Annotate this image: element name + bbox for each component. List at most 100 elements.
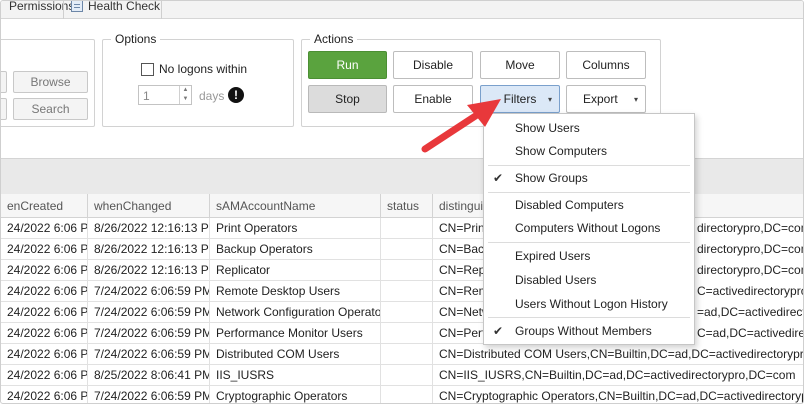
no-logons-checkbox[interactable] (141, 63, 154, 76)
app-window: Permissions Health Check Browse Search O… (0, 0, 804, 404)
table-row[interactable]: 24/2022 6:06 PM7/24/2022 6:06:59 PMCrypt… (1, 386, 803, 403)
cell-sam-account-name: Replicator (210, 260, 381, 281)
cell-status (381, 218, 433, 239)
menu-separator (488, 317, 690, 318)
cell-distinguished-name: CN=Distributed COM Users,CN=Builtin,DC=a… (439, 347, 804, 361)
menu-separator (488, 165, 690, 166)
menu-item-expired-users[interactable]: Expired Users (484, 245, 694, 267)
menu-item-computers-without-logons[interactable]: Computers Without Logons (484, 217, 694, 239)
menu-item-show-groups[interactable]: ✔ Show Groups (484, 167, 694, 189)
partial-input-left-2[interactable] (1, 98, 7, 120)
partial-input-left[interactable] (1, 71, 7, 93)
cell-when-created: 24/2022 6:06 PM (1, 323, 88, 344)
cell-sam-account-name: Network Configuration Operators (210, 302, 381, 323)
export-button-label: Export (583, 92, 618, 106)
search-button[interactable]: Search (13, 98, 88, 120)
cell-when-changed: 7/24/2022 6:06:59 PM (88, 386, 210, 403)
menu-item-disabled-users[interactable]: Disabled Users (484, 269, 694, 291)
cell-sam-account-name: Distributed COM Users (210, 344, 381, 365)
columns-button[interactable]: Columns (566, 51, 646, 79)
cell-when-created: 24/2022 6:06 PM (1, 239, 88, 260)
cell-status (381, 281, 433, 302)
options-group: Options (102, 32, 294, 127)
cell-distinguished-name: CN=IIS_IUSRS,CN=Builtin,DC=ad,DC=actived… (439, 368, 796, 382)
cell-status (381, 302, 433, 323)
cell-sam-account-name: Backup Operators (210, 239, 381, 260)
chevron-down-icon: ▾ (633, 94, 638, 104)
cell-status (381, 323, 433, 344)
actions-title: Actions (310, 32, 358, 46)
col-header-samaccountname[interactable]: sAMAccountName (210, 194, 381, 218)
menu-item-show-computers[interactable]: Show Computers (484, 140, 694, 162)
menu-item-users-without-logon-history[interactable]: Users Without Logon History (484, 293, 694, 315)
days-label: days (199, 89, 225, 103)
menu-item-label: Expired Users (515, 249, 591, 263)
menu-separator (488, 242, 690, 243)
col-header-status[interactable]: status (381, 194, 433, 218)
tab-health-check[interactable]: Health Check (71, 0, 161, 17)
cell-distinguished-name: CN=Cryptographic Operators,CN=Builtin,DC… (439, 389, 803, 403)
cell-when-created: 24/2022 6:06 PM (1, 260, 88, 281)
checkmark-icon: ✔ (493, 324, 504, 338)
cell-status (381, 260, 433, 281)
cell-distinguished-name-tail: directorypro,DC=com (691, 239, 803, 260)
cell-distinguished-name-tail: C=activedirectorypro,DC=co (691, 281, 803, 302)
cell-when-changed: 7/24/2022 6:06:59 PM (88, 344, 210, 365)
menu-separator (488, 192, 690, 193)
no-logons-label: No logons within (159, 62, 248, 76)
table-row[interactable]: 24/2022 6:06 PM7/24/2022 6:06:59 PMDistr… (1, 344, 804, 365)
cell-distinguished-name-tail: directorypro,DC=com (691, 218, 803, 239)
filters-button-label: Filters (503, 92, 537, 106)
cell-distinguished-name-tail: C=ad,DC=activedirectorypro,D (691, 323, 803, 344)
menu-item-label: Show Users (515, 121, 580, 135)
days-value: 1 (143, 89, 150, 103)
cell-status (381, 365, 433, 386)
days-stepper[interactable]: 1 ▲ ▼ (138, 85, 192, 105)
menu-item-groups-without-members[interactable]: ✔ Groups Without Members (484, 320, 694, 342)
menu-item-label: Groups Without Members (515, 324, 652, 338)
filters-button[interactable]: Filters ▾ (480, 85, 560, 113)
cell-sam-account-name: IIS_IUSRS (210, 365, 381, 386)
warning-icon: ! (228, 87, 244, 103)
health-check-icon (71, 1, 83, 12)
col-header-whenchanged[interactable]: whenChanged (88, 194, 210, 218)
cell-when-created: 24/2022 6:06 PM (1, 218, 88, 239)
cell-sam-account-name: Cryptographic Operators (210, 386, 381, 403)
menu-item-label: Computers Without Logons (515, 221, 661, 235)
chevron-down-icon: ▾ (547, 94, 552, 104)
menu-item-label: Users Without Logon History (515, 297, 668, 311)
menu-item-disabled-computers[interactable]: Disabled Computers (484, 194, 694, 216)
menu-item-show-users[interactable]: Show Users (484, 117, 694, 139)
cell-when-changed: 8/26/2022 12:16:13 PM (88, 218, 210, 239)
cell-distinguished-name-tail: directorypro,DC=com (691, 260, 803, 281)
menu-item-label: Disabled Computers (515, 198, 624, 212)
cell-when-changed: 8/26/2022 12:16:13 PM (88, 239, 210, 260)
cell-status (381, 239, 433, 260)
options-title: Options (111, 32, 161, 46)
disable-button[interactable]: Disable (393, 51, 473, 79)
cell-when-created: 24/2022 6:06 PM (1, 365, 88, 386)
cell-when-created: 24/2022 6:06 PM (1, 386, 88, 403)
cell-status (381, 386, 433, 403)
tab-strip: Permissions Health Check (1, 0, 803, 19)
tab-separator (161, 1, 162, 19)
tab-permissions[interactable]: Permissions (9, 0, 75, 17)
menu-item-label: Show Groups (515, 171, 588, 185)
export-button[interactable]: Export ▾ (566, 85, 646, 113)
tab-health-check-label: Health Check (88, 0, 161, 13)
col-header-whencreated[interactable]: enCreated (1, 194, 88, 218)
enable-button[interactable]: Enable (393, 85, 473, 113)
cell-when-created: 24/2022 6:06 PM (1, 302, 88, 323)
run-button[interactable]: Run (308, 51, 387, 79)
cell-when-changed: 8/25/2022 8:06:41 PM (88, 365, 210, 386)
cell-when-changed: 7/24/2022 6:06:59 PM (88, 302, 210, 323)
stepper-arrows-icon[interactable]: ▲ ▼ (179, 86, 191, 104)
cell-sam-account-name: Remote Desktop Users (210, 281, 381, 302)
table-row[interactable]: 24/2022 6:06 PM8/25/2022 8:06:41 PMIIS_I… (1, 365, 803, 386)
tab-permissions-label: Permissions (9, 0, 75, 13)
stop-button[interactable]: Stop (308, 85, 387, 113)
move-button[interactable]: Move (480, 51, 560, 79)
cell-sam-account-name: Performance Monitor Users (210, 323, 381, 344)
browse-button[interactable]: Browse (13, 71, 88, 93)
cell-when-created: 24/2022 6:06 PM (1, 281, 88, 302)
